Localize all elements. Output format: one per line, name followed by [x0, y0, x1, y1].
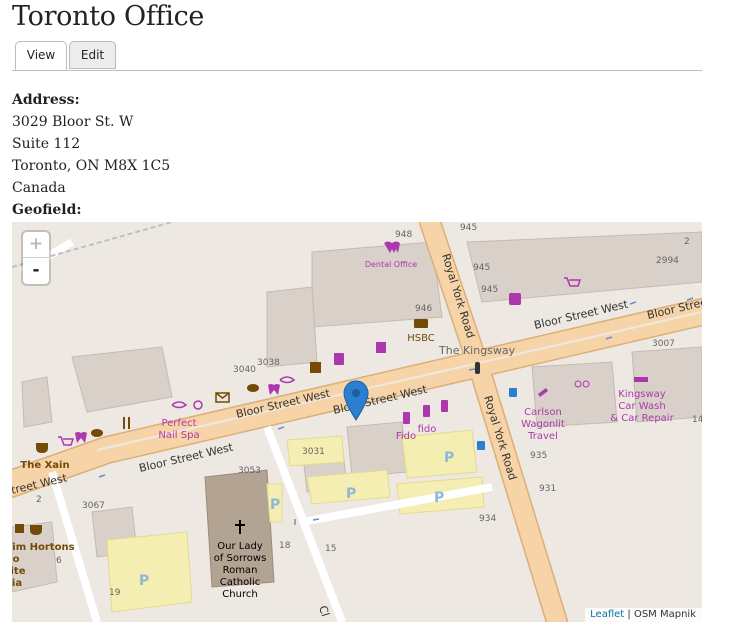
svg-text:14: 14: [692, 415, 702, 425]
car-wash-icon: [634, 377, 648, 382]
tooth-icon: [268, 384, 280, 395]
svg-text:3007: 3007: [652, 339, 675, 349]
svg-text:3031: 3031: [302, 447, 325, 457]
tab-bar: View Edit: [12, 41, 702, 71]
svg-text:o: o: [13, 554, 20, 565]
svg-text:P: P: [444, 450, 454, 466]
poi-kingsway-label-1: Kingsway: [618, 389, 666, 400]
cutlery-icon: [123, 417, 130, 429]
svg-text:945: 945: [481, 285, 498, 295]
zoom-control: + -: [23, 232, 49, 284]
cafe-icon: [36, 443, 48, 453]
svg-text:935: 935: [530, 451, 547, 461]
poi-kingsway-label-2: Car Wash: [618, 401, 665, 412]
address-line-2: Suite 112: [12, 136, 81, 152]
location-marker-icon[interactable]: [343, 380, 369, 421]
poi-tim-label: Tim Hortons: [12, 542, 75, 553]
label-kingsway: The Kingsway: [438, 344, 516, 357]
poi-church-label-2: of Sorrows: [214, 553, 267, 564]
pharmacy-icon: [509, 293, 521, 305]
page-title: Toronto Office: [12, 1, 205, 32]
poi-church-label-5: Church: [222, 589, 257, 600]
poi-church-label-4: Catholic: [220, 577, 261, 588]
ring-icon: [193, 400, 203, 410]
svg-text:945: 945: [473, 263, 490, 273]
poi-carlson-label-2: Wagonlit: [521, 419, 565, 430]
poi-kingsway-label-3: & Car Repair: [610, 413, 674, 424]
svg-text:946: 946: [415, 304, 432, 314]
svg-text:15: 15: [325, 544, 336, 554]
poi-perfect-label-1: Perfect: [161, 418, 196, 429]
svg-text:P: P: [139, 573, 149, 589]
osm-attribution-text: OSM Mapnik: [633, 609, 696, 620]
tab-view[interactable]: View: [15, 41, 67, 70]
burger-icon-2: [91, 429, 103, 437]
svg-text:18: 18: [279, 541, 291, 551]
geofield-label: Geofield:: [12, 202, 82, 218]
laundry-icon: [334, 353, 344, 365]
svg-text:P: P: [434, 490, 444, 506]
poi-fido-label-2: fido: [418, 424, 437, 435]
svg-text:3067: 3067: [82, 501, 105, 511]
cafe-icon-2: [30, 525, 42, 535]
svg-text:3040: 3040: [233, 365, 256, 375]
poi-dental-label: Dental Office: [365, 260, 417, 269]
traffic-light-icon: [475, 362, 480, 374]
svg-text:934: 934: [479, 514, 496, 524]
poi-church-label-1: Our Lady: [217, 541, 263, 552]
svg-text:3053: 3053: [238, 466, 261, 476]
map-tiles[interactable]: Bloor Street West Bloor Street West Bloo…: [12, 222, 702, 622]
address-label: Address:: [12, 92, 80, 108]
poi-fido-label-1: Fido: [396, 431, 416, 442]
address-line-4: Canada: [12, 180, 66, 196]
attribution-separator: |: [624, 609, 634, 620]
poi-church-label-3: Roman: [223, 565, 258, 576]
tab-edit[interactable]: Edit: [69, 41, 116, 69]
address-line-1: 3029 Bloor St. W: [12, 114, 134, 130]
tooth-icon-2: [75, 432, 87, 443]
zoom-in-button[interactable]: +: [23, 232, 49, 258]
bus-stop-icon: [509, 388, 517, 397]
poi-carlson-label-1: Carlson: [524, 407, 562, 418]
address-line-3: Toronto, ON M8X 1C5: [12, 158, 171, 174]
burger-icon: [247, 384, 259, 392]
svg-text:6: 6: [56, 556, 62, 566]
mail-icon: [215, 392, 230, 403]
bank-icon: [414, 319, 428, 328]
poi-hsbc-label: HSBC: [407, 333, 435, 344]
poi-carlson-label-3: Travel: [527, 431, 558, 442]
svg-text:945: 945: [460, 223, 477, 233]
music-icon: [376, 342, 386, 353]
poi-xain-label: The Xain: [20, 460, 69, 471]
nail-spa-icon: [171, 401, 188, 409]
cafe-icon-3: [15, 524, 24, 533]
phone-icons: [403, 400, 448, 424]
svg-text:2994: 2994: [656, 256, 679, 266]
svg-text:948: 948: [395, 230, 412, 240]
svg-text:2: 2: [684, 237, 690, 247]
eye-icon: [279, 376, 296, 384]
map-attribution: Leaflet | OSM Mapnik: [585, 608, 702, 622]
svg-text:931: 931: [539, 484, 556, 494]
leaflet-link[interactable]: Leaflet: [590, 609, 624, 620]
svg-text:19: 19: [109, 588, 121, 598]
svg-text:3038: 3038: [257, 358, 280, 368]
map[interactable]: Bloor Street West Bloor Street West Bloo…: [12, 222, 702, 622]
svg-text:P: P: [346, 486, 356, 502]
bus-stop-icon-2: [477, 441, 485, 450]
cinema-icon: [310, 362, 321, 373]
svg-text:P: P: [270, 497, 280, 513]
cart-icon-2: [58, 436, 75, 446]
label-bottom-road: Cl: [316, 604, 332, 618]
svg-text:ia: ia: [12, 578, 22, 589]
poi-perfect-label-2: Nail Spa: [158, 430, 199, 441]
svg-text:2: 2: [36, 495, 42, 505]
svg-text:ite: ite: [12, 566, 26, 577]
zoom-out-button[interactable]: -: [23, 258, 49, 284]
